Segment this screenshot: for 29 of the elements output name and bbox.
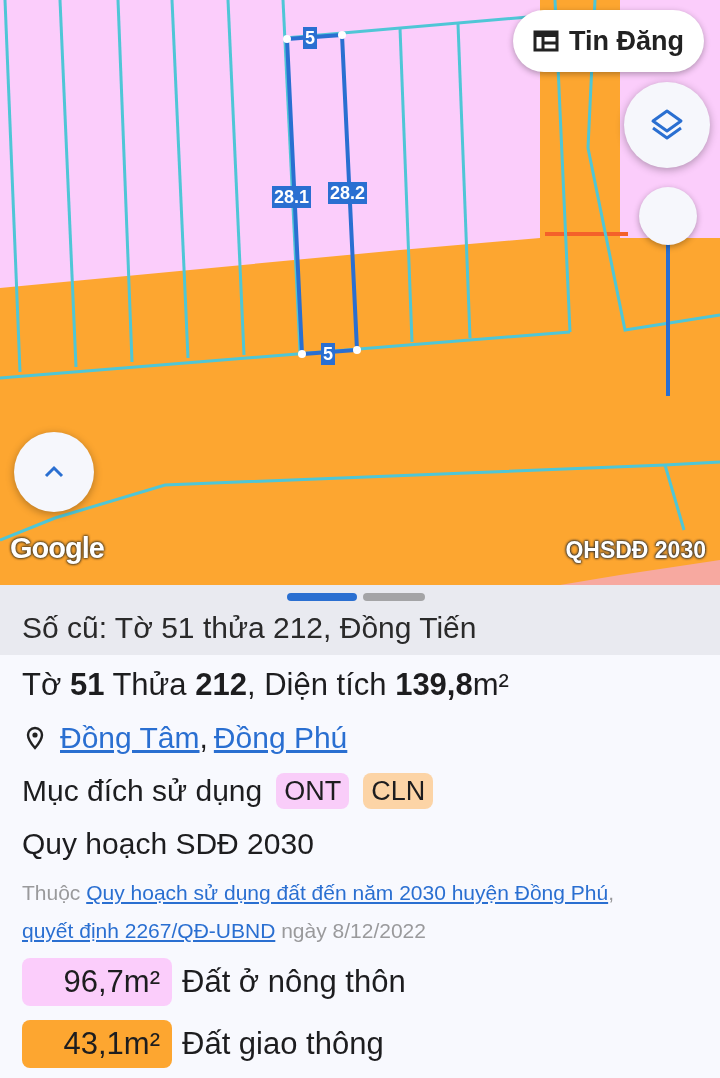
purpose-label: Mục đích sử dụng [22, 773, 263, 809]
dimension-label: 28.2 [328, 182, 368, 204]
drag-handle[interactable] [363, 593, 425, 601]
area-value: 96,7m² [22, 958, 172, 1006]
map-attribution: Google [10, 532, 104, 565]
post-button[interactable]: Tin Đăng [513, 10, 704, 72]
layers-icon [649, 108, 685, 142]
calendar-icon [533, 29, 559, 53]
land-type-label: Đất ở nông thôn [182, 964, 406, 1000]
old-parcel-number: Số cũ: Tờ 51 thửa 212, Đồng Tiến [22, 611, 477, 645]
separator: , [199, 720, 208, 756]
parcel-title: Tờ 51 Thửa 212, Diện tích 139,8m² [22, 666, 510, 704]
dimension-label: 5 [321, 343, 335, 365]
plan-title: Quy hoạch SDĐ 2030 [22, 826, 314, 862]
layer-name: QHSDĐ 2030 [565, 537, 706, 564]
dimension-label: 5 [303, 27, 317, 49]
purpose-tag: ONT [276, 772, 350, 809]
location-link[interactable]: Đồng Tâm [60, 711, 200, 764]
source-note: Thuộc Quy hoạch sử dụng đất đến năm 2030 huyện Đồng Phú, quyết định 2267/QĐ-UBND ngày 8/12/2022 [22, 880, 615, 944]
dimension-label: 28.1 [272, 186, 312, 208]
area-value: 43,1m² [22, 1020, 172, 1068]
chevron-up-icon [43, 465, 65, 479]
land-type-label: Đất giao thông [182, 1026, 384, 1062]
location-pin-icon [26, 725, 44, 750]
source-link[interactable]: quyết định 2267/QĐ-UBND [22, 919, 276, 942]
drag-handle[interactable] [287, 593, 357, 601]
source-link[interactable]: Quy hoạch sử dụng đất đến năm 2030 huyện Đồng Phú [86, 881, 609, 904]
location-link[interactable]: Đồng Phú [213, 711, 348, 764]
purpose-tag: CLN [363, 772, 434, 809]
